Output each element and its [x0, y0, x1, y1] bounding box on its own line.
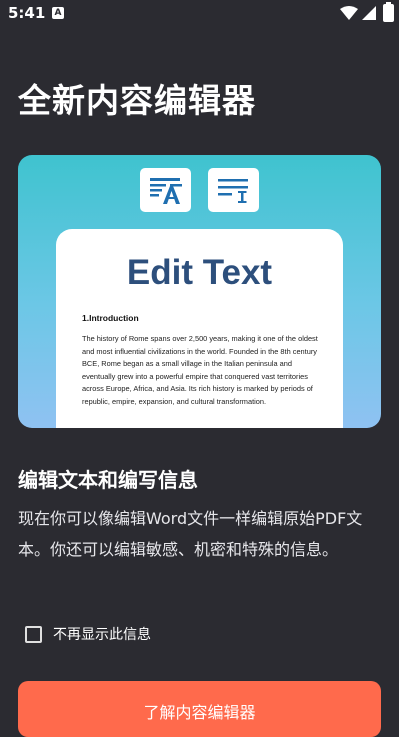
battery-icon [383, 2, 394, 22]
section-description: 现在你可以像编辑Word文件一样编辑原始PDF文本。你还可以编辑敏感、机密和特殊… [18, 509, 363, 559]
document-preview: Edit Text 1.Introduction The history of … [56, 229, 343, 428]
document-body: The history of Rome spans over 2,500 yea… [82, 334, 318, 406]
text-cursor-tool-icon [208, 168, 259, 212]
dont-show-again-checkbox[interactable] [25, 625, 42, 643]
dont-show-again-label[interactable]: 不再显示此信息 [53, 624, 151, 644]
notification-icon: A [52, 7, 64, 19]
dont-show-again-row[interactable]: 不再显示此信息 [25, 623, 151, 645]
page-title: 全新内容编辑器 [18, 81, 256, 120]
wifi-icon [340, 6, 358, 20]
document-title: Edit Text [126, 253, 273, 292]
status-time: 5:41 [8, 4, 46, 22]
section-heading: 编辑文本和编写信息 [18, 468, 198, 492]
status-bar: 5:41 A [0, 0, 399, 28]
hero-illustration: Edit Text 1.Introduction The history of … [18, 155, 381, 428]
document-heading: 1.Introduction [82, 313, 139, 323]
signal-icon [362, 6, 376, 20]
learn-content-editor-button[interactable]: 了解内容编辑器 [18, 681, 381, 737]
edit-text-tool-icon [140, 168, 191, 212]
